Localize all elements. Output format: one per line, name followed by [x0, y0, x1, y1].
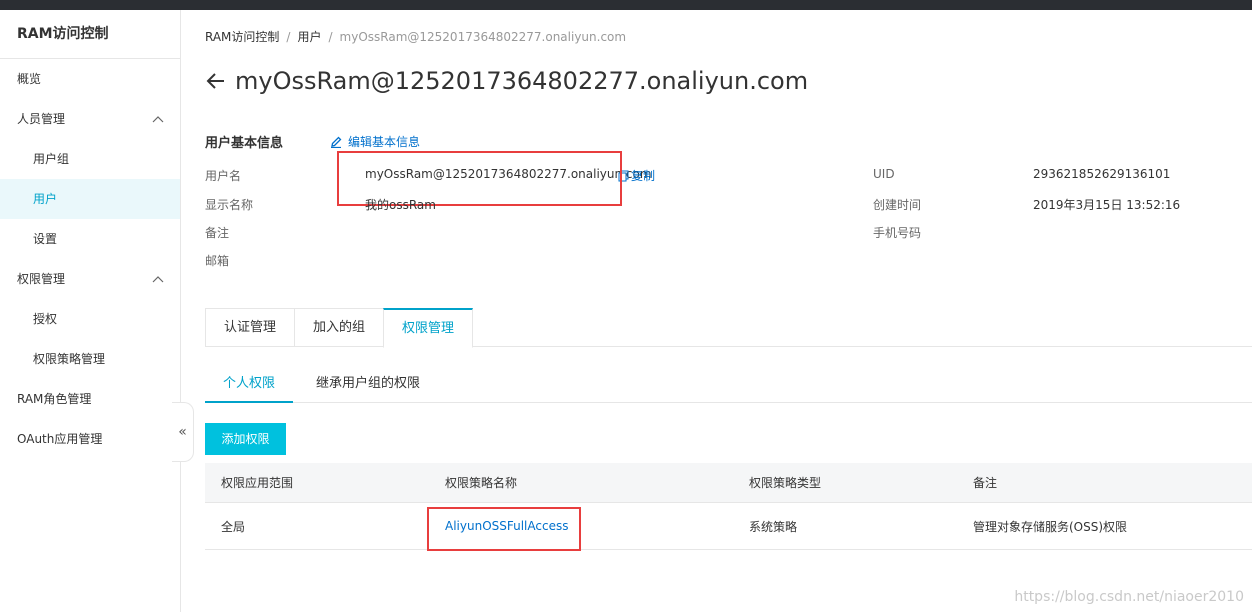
top-bar: [0, 0, 1252, 10]
tab-label: 权限管理: [401, 321, 454, 336]
permissions-table: 权限应用范围 权限策略名称 权限策略类型 备注 全局 AliyunOSSFull…: [205, 463, 1252, 551]
display-name-value: 我的ossRam: [365, 198, 436, 212]
add-permission-button[interactable]: 添加权限: [205, 423, 286, 455]
breadcrumb-item-users[interactable]: 用户: [297, 30, 321, 44]
sidebar-item-label: OAuth应用管理: [17, 432, 103, 446]
subtab-personal-permissions[interactable]: 个人权限: [205, 372, 293, 403]
note-label: 备注: [205, 226, 230, 240]
subtab-inherited-permissions[interactable]: 继承用户组的权限: [309, 372, 427, 403]
table-row: 全局 AliyunOSSFullAccess 系统策略 管理对象存储服务(OSS…: [205, 503, 1252, 550]
breadcrumb-separator: /: [328, 30, 333, 44]
sidebar-item-label: 设置: [33, 232, 58, 246]
chevron-up-icon: [152, 259, 164, 299]
sidebar-item-label: 用户: [33, 192, 58, 206]
phone-label: 手机号码: [873, 226, 922, 240]
breadcrumb-item-ram[interactable]: RAM访问控制: [205, 30, 279, 44]
tab-permission-management[interactable]: 权限管理: [383, 308, 473, 348]
sidebar-item-label: RAM角色管理: [17, 392, 92, 406]
sidebar-item-people-management[interactable]: 人员管理: [0, 99, 180, 139]
column-header-policy-name: 权限策略名称: [445, 476, 518, 490]
sidebar: RAM访问控制 概览 人员管理 用户组 用户 设置 权限管理 授权 权限策略管理…: [0, 10, 181, 612]
edit-link-label: 编辑基本信息: [348, 135, 421, 149]
section-title: 用户基本信息: [205, 136, 284, 151]
tab-label: 加入的组: [312, 320, 365, 335]
sidebar-item-label: 用户组: [33, 152, 70, 166]
back-arrow-icon[interactable]: [205, 70, 227, 92]
breadcrumb: RAM访问控制 / 用户 / myOssRam@1252017364802277.ona…: [205, 28, 626, 45]
subtab-bar: 个人权限 继承用户组的权限: [205, 372, 1252, 403]
tab-auth-management[interactable]: 认证管理: [205, 308, 295, 347]
sidebar-item-label: 权限策略管理: [33, 352, 106, 366]
sidebar-item-policy-management[interactable]: 权限策略管理: [0, 339, 180, 379]
column-header-policy-type: 权限策略类型: [749, 476, 822, 490]
sidebar-item-label: 人员管理: [17, 112, 66, 126]
subtab-label: 继承用户组的权限: [315, 376, 420, 391]
chevron-up-icon: [152, 99, 164, 139]
edit-icon: [330, 135, 348, 149]
username-label: 用户名: [205, 169, 242, 183]
copy-label: 复制: [631, 169, 656, 183]
sidebar-item-settings[interactable]: 设置: [0, 219, 180, 259]
created-label: 创建时间: [873, 198, 922, 212]
display-name-label: 显示名称: [205, 198, 254, 212]
column-header-note: 备注: [973, 476, 998, 490]
uid-label: UID: [873, 167, 895, 181]
sidebar-item-user-groups[interactable]: 用户组: [0, 139, 180, 179]
collapse-icon: «: [178, 424, 187, 440]
page-title-text: myOssRam@1252017364802277.onaliyun.com: [235, 67, 809, 95]
tab-bar: 认证管理 加入的组 权限管理: [205, 308, 1252, 348]
edit-basic-info-link[interactable]: 编辑基本信息: [330, 133, 420, 150]
sidebar-title: RAM访问控制: [0, 10, 180, 59]
collapse-sidebar-button[interactable]: «: [172, 402, 194, 462]
table-header: 权限应用范围 权限策略名称 权限策略类型 备注: [205, 463, 1252, 503]
sidebar-item-permission-management[interactable]: 权限管理: [0, 259, 180, 299]
sidebar-item-users[interactable]: 用户: [0, 179, 180, 219]
sidebar-item-grants[interactable]: 授权: [0, 299, 180, 339]
sidebar-item-oauth-apps[interactable]: OAuth应用管理: [0, 419, 180, 459]
tab-joined-groups[interactable]: 加入的组: [294, 308, 384, 347]
tab-label: 认证管理: [223, 320, 276, 335]
page-title: myOssRam@1252017364802277.onaliyun.com: [205, 67, 808, 95]
breadcrumb-item-current: myOssRam@1252017364802277.onaliyun.com: [339, 30, 627, 44]
cell-policy-type: 系统策略: [749, 519, 798, 534]
sidebar-item-ram-roles[interactable]: RAM角色管理: [0, 379, 180, 419]
subtab-label: 个人权限: [222, 376, 275, 391]
sidebar-item-label: 授权: [33, 312, 58, 326]
sidebar-item-label: 权限管理: [17, 272, 66, 286]
copy-username-button[interactable]: 复制: [618, 167, 655, 184]
breadcrumb-separator: /: [286, 30, 291, 44]
created-value: 2019年3月15日 13:52:16: [1033, 198, 1181, 212]
email-label: 邮箱: [205, 254, 230, 268]
sidebar-item-label: 概览: [17, 72, 42, 86]
cell-note: 管理对象存储服务(OSS)权限: [973, 519, 1128, 534]
sidebar-item-overview[interactable]: 概览: [0, 59, 180, 99]
column-header-scope: 权限应用范围: [221, 476, 294, 490]
cell-scope: 全局: [221, 519, 246, 534]
highlight-box-policy: [427, 507, 581, 551]
uid-value: 293621852629136101: [1033, 167, 1171, 181]
watermark: https://blog.csdn.net/niaoer2010: [1014, 589, 1244, 605]
